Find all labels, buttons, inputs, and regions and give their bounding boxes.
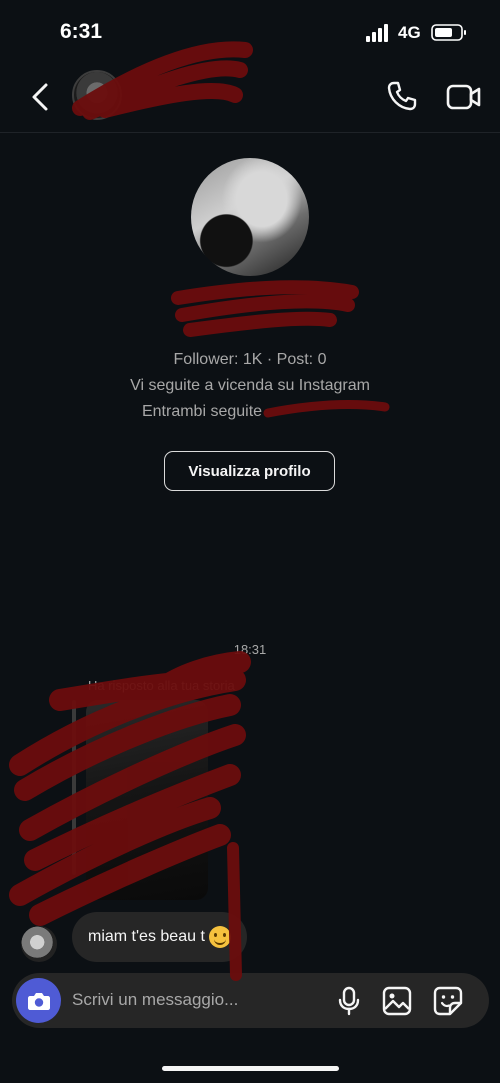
microphone-icon[interactable]: [336, 986, 362, 1016]
camera-button[interactable]: [16, 978, 61, 1023]
profile-stats: Follower: 1K · Post: 0: [173, 351, 327, 368]
timestamp-label: 18:31: [233, 642, 267, 657]
smiling-face-emoji: [208, 926, 231, 948]
profile-photo[interactable]: [191, 158, 309, 276]
network-type: 4G: [398, 23, 421, 42]
followed-by-text: Entrambi seguite: [0, 403, 500, 421]
message-input[interactable]: [72, 988, 312, 1012]
mutual-follow-text: Vi seguite a vicenda su Instagram: [130, 377, 370, 394]
message-avatar[interactable]: [21, 926, 57, 962]
camera-icon: [27, 992, 50, 1010]
gallery-icon[interactable]: [382, 986, 412, 1016]
story-thumbnail[interactable]: [86, 700, 208, 900]
story-reply-bar: [72, 700, 76, 875]
status-time: 6:31: [60, 20, 103, 43]
followed-by-label: Entrambi seguite: [141, 403, 263, 420]
video-camera-icon[interactable]: [446, 82, 482, 112]
view-profile-button[interactable]: Visualizza profilo: [164, 451, 335, 491]
header-divider: [0, 132, 500, 133]
home-indicator: [162, 1066, 339, 1071]
battery-icon: [431, 24, 466, 41]
signal-icon: [366, 24, 388, 42]
header-avatar[interactable]: [72, 70, 122, 120]
back-icon[interactable]: [28, 82, 54, 112]
message-text: miam t'es beau t: [88, 928, 205, 945]
sticker-icon[interactable]: [433, 986, 463, 1016]
story-reply-label: Ha risposto alla tua storia: [88, 678, 235, 693]
message-timestamp: 18:31: [0, 642, 500, 657]
phone-icon[interactable]: [386, 80, 418, 112]
message-bubble[interactable]: miam t'es beau t: [72, 912, 247, 962]
